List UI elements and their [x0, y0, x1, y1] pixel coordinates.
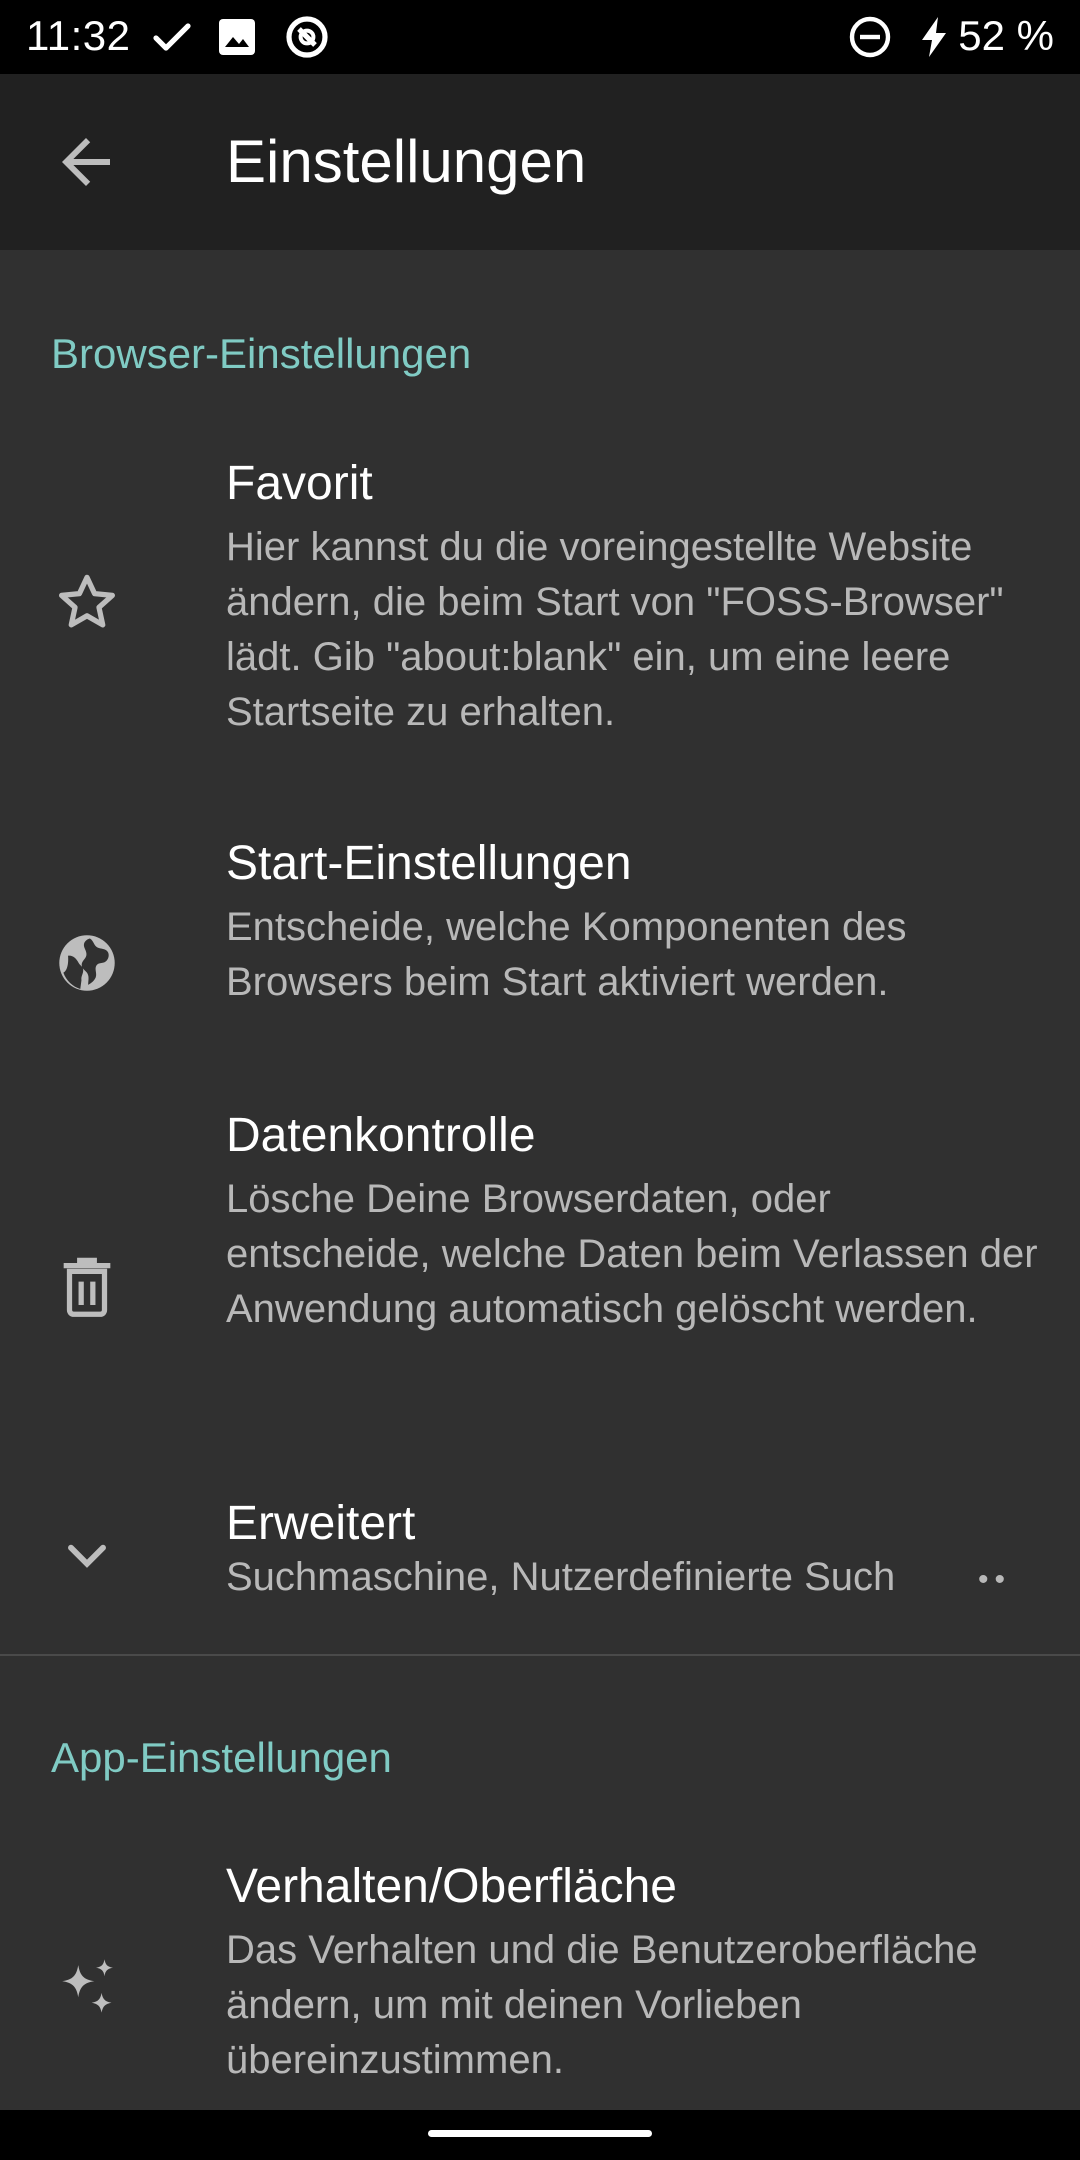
chevron-down-icon — [52, 1520, 122, 1590]
settings-list: Browser-Einstellungen Favorit Hier kanns… — [0, 250, 1080, 2110]
section-divider — [0, 1654, 1080, 1656]
back-button[interactable] — [50, 126, 122, 198]
globe-icon — [52, 928, 122, 998]
pref-title: Erweitert — [226, 1497, 416, 1550]
page-title: Einstellungen — [226, 128, 587, 195]
pref-summary: Suchmaschine, Nutzerdefinierte Such — [226, 1555, 896, 1599]
status-time: 11:32 — [26, 12, 131, 59]
navigation-bar — [0, 2110, 1080, 2160]
sync-app-icon — [283, 13, 331, 61]
check-icon — [148, 13, 196, 61]
ellipsis-icon: •• — [978, 1563, 1012, 1596]
do-not-disturb-icon — [846, 13, 894, 61]
star-icon — [52, 568, 122, 638]
pref-verhalten-oberflaeche[interactable]: Verhalten/Oberfläche Das Verhalten und d… — [0, 1853, 1080, 2110]
charging-bolt-icon — [910, 13, 958, 61]
pref-title: Start-Einstellungen — [226, 837, 632, 890]
home-gesture-handle[interactable] — [428, 2130, 652, 2137]
pref-summary: Lösche Deine Browserdaten, oder entschei… — [226, 1177, 1038, 1331]
pref-title: Favorit — [226, 457, 373, 510]
pref-datenkontrolle[interactable]: Datenkontrolle Lösche Deine Browserdaten… — [0, 1102, 1080, 1462]
pref-erweitert[interactable]: Erweitert Suchmaschine, Nutzerdefinierte… — [0, 1490, 1080, 1630]
arrow-back-icon — [62, 138, 110, 186]
section-header-browser: Browser-Einstellungen — [51, 330, 472, 377]
pref-summary: Das Verhalten und die Benutzeroberfläche… — [226, 1928, 978, 2082]
pref-title: Datenkontrolle — [226, 1109, 536, 1162]
status-bar: 11:32 52 % — [0, 0, 1080, 74]
image-icon — [213, 13, 261, 61]
battery-percentage: 52 % — [958, 12, 1054, 59]
app-bar: Einstellungen — [0, 74, 1080, 250]
section-header-app: App-Einstellungen — [51, 1734, 392, 1781]
pref-favorit[interactable]: Favorit Hier kannst du die voreingestell… — [0, 450, 1080, 820]
pref-title: Verhalten/Oberfläche — [226, 1860, 677, 1913]
pref-start-einstellungen[interactable]: Start-Einstellungen Entscheide, welche K… — [0, 830, 1080, 1070]
pref-summary: Hier kannst du die voreingestellte Websi… — [226, 525, 1004, 734]
sparkle-icon — [52, 1952, 122, 2022]
pref-summary: Entscheide, welche Komponenten des Brows… — [226, 905, 907, 1004]
trash-icon — [52, 1251, 122, 1321]
